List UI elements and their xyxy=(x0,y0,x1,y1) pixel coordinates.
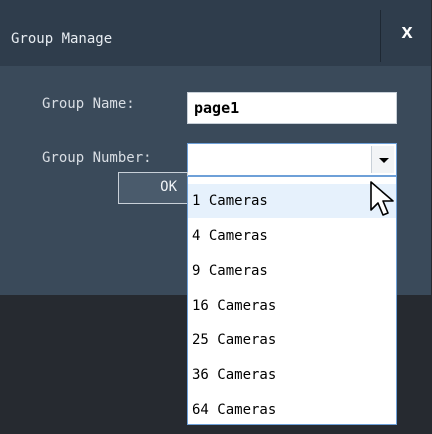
dropdown-option-64-cameras[interactable]: 64 Cameras xyxy=(188,393,396,427)
mouse-pointer-icon xyxy=(370,181,394,216)
dropdown-option-36-cameras[interactable]: 36 Cameras xyxy=(188,358,396,392)
dropdown-option-16-cameras[interactable]: 16 Cameras xyxy=(188,289,396,323)
group-name-label: Group Name: xyxy=(42,96,135,112)
group-name-input[interactable]: page1 xyxy=(187,92,397,124)
chevron-down-icon[interactable] xyxy=(371,146,394,173)
dialog-titlebar: Group Manage x xyxy=(0,0,431,66)
group-number-select[interactable] xyxy=(187,143,397,176)
close-button[interactable]: x xyxy=(393,20,421,48)
ok-button[interactable]: OK xyxy=(118,172,188,204)
group-number-label: Group Number: xyxy=(42,150,152,166)
titlebar-separator xyxy=(380,10,381,62)
dropdown-option-9-cameras[interactable]: 9 Cameras xyxy=(188,254,396,288)
dropdown-option-4-cameras[interactable]: 4 Cameras xyxy=(188,219,396,253)
dialog-title: Group Manage xyxy=(11,31,113,47)
group-number-dropdown: 1 Cameras 4 Cameras 9 Cameras 16 Cameras… xyxy=(187,176,397,425)
dropdown-option-25-cameras[interactable]: 25 Cameras xyxy=(188,323,396,357)
dropdown-option-1-cameras[interactable]: 1 Cameras xyxy=(188,184,396,218)
